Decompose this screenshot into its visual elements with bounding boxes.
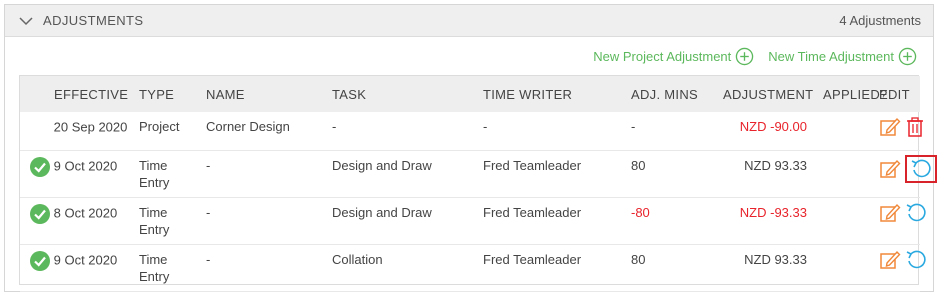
edit-icon[interactable] (879, 116, 901, 138)
table-row: 20 Sep 2020 Project Corner Design - - - … (20, 112, 923, 151)
type-label-2: Entry (139, 221, 170, 237)
cell-name: - (202, 150, 328, 198)
effective-date: 20 Sep 2020 (53, 119, 128, 135)
cell-name: - (202, 197, 328, 245)
adjustment-count: 4 Adjustments (839, 13, 921, 28)
cell-name: Corner Design (202, 112, 328, 151)
cell-adj-mins: - (627, 112, 719, 151)
type-label: Time (139, 157, 168, 173)
cell-edit (875, 197, 926, 245)
cell-task: Design and Draw (328, 150, 479, 198)
header-type[interactable]: TYPE (135, 76, 202, 112)
cell-task: Design and Draw (328, 197, 479, 245)
header-edit[interactable]: EDIT (875, 76, 920, 112)
new-time-adjustment-label: New Time Adjustment (768, 49, 894, 64)
cell-name: - (202, 244, 328, 292)
adjustments-panel: ADJUSTMENTS 4 Adjustments New Project Ad… (4, 4, 937, 292)
table-row: 9 Oct 2020 Time Entry - Collation Fred Te… (20, 244, 926, 292)
cell-time-writer: Fred Teamleader (479, 244, 627, 292)
new-project-adjustment-button[interactable]: New Project Adjustment (593, 47, 754, 66)
type-label: Time (139, 204, 168, 220)
cell-edit (875, 150, 937, 198)
applied-check-icon (30, 203, 50, 224)
table-row: 8 Oct 2020 Time Entry - Design and Draw F… (20, 197, 926, 245)
applied-check-icon (30, 250, 50, 271)
cell-adjustment: NZD 93.33 (719, 244, 819, 292)
cell-time-writer: Fred Teamleader (479, 197, 627, 245)
type-label: Project (139, 119, 180, 134)
cell-type: Time Entry (135, 197, 202, 245)
cell-effective: 20 Sep 2020 (20, 112, 135, 151)
plus-circle-icon (898, 47, 917, 66)
cell-edit (875, 112, 923, 151)
cell-type: Time Entry (135, 244, 202, 292)
table-row: 9 Oct 2020 Time Entry - Design and Draw F… (20, 150, 937, 198)
cell-adjustment: NZD -93.33 (719, 197, 819, 245)
action-bar: New Project Adjustment New Time Adjustme… (579, 47, 917, 66)
cell-edit (875, 244, 926, 292)
effective-date: 9 Oct 2020 (53, 157, 118, 173)
cell-applied (819, 197, 875, 245)
cell-adj-mins: 80 (627, 150, 719, 198)
chevron-down-icon[interactable] (19, 14, 33, 28)
undo-icon[interactable] (905, 202, 927, 224)
new-project-adjustment-label: New Project Adjustment (593, 49, 732, 64)
undo-highlight (904, 154, 937, 183)
table-header-row: EFFECTIVE TYPE NAME TASK TIME WRITER ADJ… (20, 76, 920, 112)
type-label-2: Entry (139, 268, 170, 284)
delete-icon[interactable] (905, 116, 925, 138)
effective-date: 9 Oct 2020 (53, 251, 118, 267)
cell-type: Time Entry (135, 150, 202, 198)
cell-type: Project (135, 112, 202, 151)
cell-effective: 9 Oct 2020 (20, 150, 135, 198)
header-time-writer[interactable]: TIME WRITER (479, 76, 627, 112)
edit-icon[interactable] (879, 249, 901, 271)
header-name[interactable]: NAME (202, 76, 328, 112)
cell-adj-mins: -80 (627, 197, 719, 245)
cell-applied (819, 112, 875, 151)
undo-icon[interactable] (905, 249, 927, 271)
type-label-2: Entry (139, 174, 170, 190)
new-time-adjustment-button[interactable]: New Time Adjustment (768, 47, 917, 66)
type-label: Time (139, 251, 168, 267)
panel-header[interactable]: ADJUSTMENTS 4 Adjustments (5, 5, 933, 37)
plus-circle-icon (736, 47, 754, 66)
cell-applied (819, 150, 875, 198)
cell-effective: 9 Oct 2020 (20, 244, 135, 292)
header-effective[interactable]: EFFECTIVE (20, 76, 135, 112)
cell-time-writer: - (479, 112, 627, 151)
edit-icon[interactable] (879, 158, 901, 180)
panel-title: ADJUSTMENTS (43, 13, 144, 28)
cell-task: Collation (328, 244, 479, 292)
header-adj-mins[interactable]: ADJ. MINS (627, 76, 719, 112)
cell-time-writer: Fred Teamleader (479, 150, 627, 198)
applied-placeholder (30, 118, 50, 138)
cell-applied (819, 244, 875, 292)
header-adjustment[interactable]: ADJUSTMENT (719, 76, 819, 112)
header-applied[interactable]: APPLIED? (819, 76, 887, 112)
cell-effective: 8 Oct 2020 (20, 197, 135, 245)
cell-adj-mins: 80 (627, 244, 719, 292)
effective-date: 8 Oct 2020 (53, 204, 118, 220)
cell-adjustment: NZD 93.33 (719, 150, 819, 198)
cell-task: - (328, 112, 479, 151)
edit-icon[interactable] (879, 202, 901, 224)
undo-icon[interactable] (910, 158, 932, 180)
applied-check-icon (30, 156, 50, 177)
adjustments-table: EFFECTIVE TYPE NAME TASK TIME WRITER ADJ… (19, 75, 937, 292)
header-task[interactable]: TASK (328, 76, 479, 112)
cell-adjustment: NZD -90.00 (719, 112, 819, 151)
